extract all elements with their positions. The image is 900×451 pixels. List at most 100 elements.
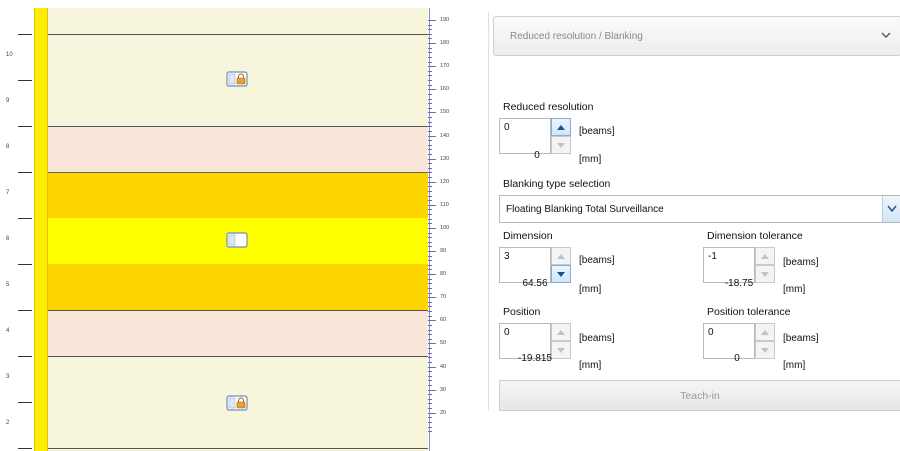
ruler-tick <box>428 84 432 86</box>
increment-button[interactable] <box>755 247 775 265</box>
reduced-resolution-stepper[interactable]: 0 <box>499 118 573 154</box>
left-scale-label: 3 <box>6 374 10 380</box>
increment-button[interactable] <box>551 118 571 136</box>
ruler-tick <box>428 361 432 363</box>
ruler-tick <box>428 255 432 257</box>
left-scale-tick <box>18 402 32 403</box>
left-scale-tick <box>18 34 32 35</box>
ruler-tick <box>428 329 432 331</box>
ruler-tick <box>428 297 436 299</box>
ruler-tick <box>428 237 432 239</box>
ruler-tick <box>428 112 436 114</box>
ruler-tick <box>428 375 432 377</box>
section-header-reduced-resolution-blanking[interactable]: Reduced resolution / Blanking <box>493 16 900 56</box>
ruler-tick <box>428 121 432 123</box>
arrow-up-icon <box>557 254 565 259</box>
ruler-label: 60 <box>440 317 447 324</box>
ruler-tick <box>428 75 432 77</box>
reduced-resolution-input[interactable]: 0 <box>499 118 551 154</box>
zone-tolerance[interactable] <box>48 126 428 172</box>
ruler-tick <box>428 80 432 82</box>
ruler-tick <box>428 380 432 382</box>
decrement-button[interactable] <box>551 136 571 154</box>
arrow-down-icon <box>761 348 769 353</box>
ruler-tick <box>428 366 436 368</box>
ruler-label: 80 <box>440 271 447 278</box>
position-tolerance-mm-value: 0 <box>734 353 740 364</box>
ruler-tick <box>428 70 432 72</box>
ruler-tick <box>428 195 432 197</box>
zone-dimension[interactable] <box>48 172 428 218</box>
zone-dimension[interactable] <box>48 264 428 310</box>
ruler-tick <box>428 177 432 179</box>
ruler-tick <box>428 190 432 192</box>
beam-zones <box>48 8 428 451</box>
ruler-tick <box>428 200 432 202</box>
blanking-type-label: Blanking type selection <box>503 178 611 190</box>
ruler-tick <box>428 204 436 206</box>
ruler-tick <box>428 264 432 266</box>
chevron-down-icon[interactable] <box>880 29 892 41</box>
ruler-tick <box>428 269 432 271</box>
blanking-type-value: Floating Blanking Total Surveillance <box>506 204 664 215</box>
blanking-type-select[interactable]: Floating Blanking Total Surveillance <box>499 195 900 223</box>
ruler-tick <box>428 66 436 68</box>
arrow-down-icon <box>761 272 769 277</box>
zone-normal[interactable] <box>48 34 428 126</box>
ruler-label: 170 <box>440 63 450 70</box>
zone-position[interactable] <box>48 218 428 264</box>
zone-normal <box>48 8 428 34</box>
ruler-tick <box>428 431 432 433</box>
zone-normal[interactable] <box>48 356 428 448</box>
increment-button[interactable] <box>551 247 571 265</box>
dropdown-arrow-icon[interactable] <box>882 196 900 222</box>
ruler-tick <box>428 320 436 322</box>
ruler-tick <box>428 403 432 405</box>
ruler-label: 90 <box>440 248 447 254</box>
ruler-tick <box>428 348 432 350</box>
left-scale-tick <box>18 448 32 449</box>
position-label: Position <box>503 306 541 318</box>
teach-in-button[interactable]: Teach-in <box>499 380 900 411</box>
increment-button[interactable] <box>755 323 775 341</box>
ruler-tick <box>428 292 432 294</box>
ruler-tick <box>428 20 436 21</box>
left-scale-tick <box>18 172 32 173</box>
ruler-tick <box>428 389 436 391</box>
ruler-tick <box>428 398 432 400</box>
dimension-tolerance-label: Dimension tolerance <box>707 230 803 242</box>
reduced-resolution-label: Reduced resolution <box>503 101 594 113</box>
ruler-label: 190 <box>440 17 450 23</box>
left-scale-label: 8 <box>6 144 10 150</box>
beam-lock-icon <box>226 395 248 411</box>
ruler-label: 100 <box>440 224 450 231</box>
ruler-tick <box>428 214 432 216</box>
ruler-label: 40 <box>440 363 447 370</box>
zone-tolerance[interactable] <box>48 310 428 356</box>
left-scale-tick <box>18 310 32 311</box>
ruler-label: 140 <box>440 132 450 139</box>
beam-blank-icon <box>226 232 248 248</box>
ruler-tick <box>428 421 432 423</box>
mm-unit: [mm] <box>579 154 602 165</box>
beams-unit: [beams] <box>579 333 615 344</box>
increment-button[interactable] <box>551 323 571 341</box>
ruler-label: 120 <box>440 178 450 185</box>
ruler-tick <box>428 426 432 428</box>
ruler-tick <box>428 107 432 109</box>
ruler-tick <box>428 408 432 410</box>
ruler-tick <box>428 338 432 340</box>
ruler-tick <box>428 283 432 285</box>
beams-unit: [beams] <box>579 255 615 266</box>
mm-unit: [mm] <box>783 360 806 371</box>
ruler-tick <box>428 334 432 336</box>
ruler-tick <box>428 260 432 262</box>
ruler-tick <box>428 357 432 359</box>
ruler-tick <box>428 56 432 58</box>
ruler-tick <box>428 167 432 169</box>
arrow-down-icon <box>557 143 565 148</box>
decrement-button[interactable] <box>755 341 775 359</box>
ruler-tick <box>428 227 436 229</box>
ruler-label: 180 <box>440 40 450 47</box>
left-scale-tick <box>18 264 32 265</box>
